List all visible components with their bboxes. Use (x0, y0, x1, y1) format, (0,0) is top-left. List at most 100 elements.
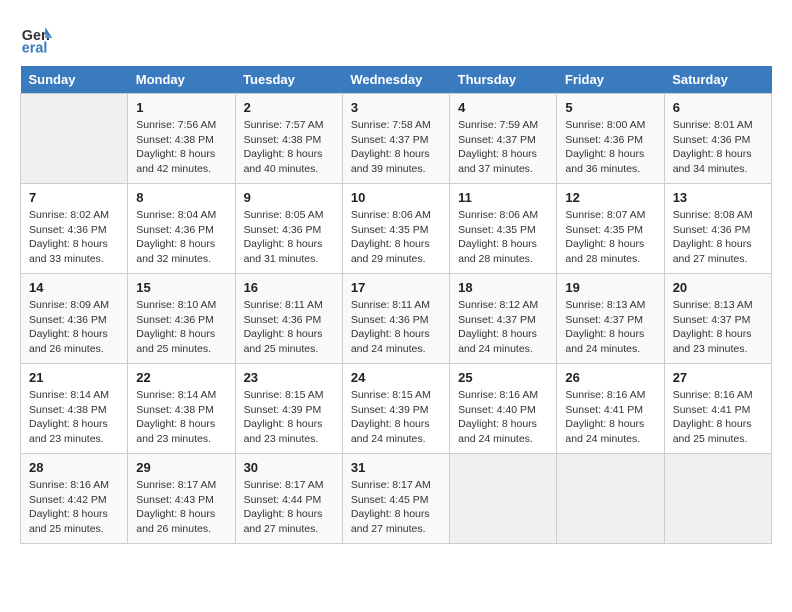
day-number: 10 (351, 190, 441, 205)
day-number: 16 (244, 280, 334, 295)
calendar-week-1: 1 Sunrise: 7:56 AM Sunset: 4:38 PM Daylig… (21, 94, 772, 184)
calendar-cell: 7 Sunrise: 8:02 AM Sunset: 4:36 PM Daylig… (21, 184, 128, 274)
day-number: 6 (673, 100, 763, 115)
calendar-cell: 20 Sunrise: 8:13 AM Sunset: 4:37 PM Dayli… (664, 274, 771, 364)
day-number: 25 (458, 370, 548, 385)
calendar-table: SundayMondayTuesdayWednesdayThursdayFrid… (20, 66, 772, 544)
calendar-cell: 15 Sunrise: 8:10 AM Sunset: 4:36 PM Dayli… (128, 274, 235, 364)
svg-text:eral: eral (22, 40, 48, 56)
day-number: 31 (351, 460, 441, 475)
day-number: 14 (29, 280, 119, 295)
day-info: Sunrise: 8:16 AM Sunset: 4:41 PM Dayligh… (673, 388, 763, 447)
day-info: Sunrise: 8:15 AM Sunset: 4:39 PM Dayligh… (244, 388, 334, 447)
header-friday: Friday (557, 66, 664, 94)
day-info: Sunrise: 8:01 AM Sunset: 4:36 PM Dayligh… (673, 118, 763, 177)
day-number: 28 (29, 460, 119, 475)
calendar-cell (664, 454, 771, 544)
calendar-cell: 24 Sunrise: 8:15 AM Sunset: 4:39 PM Dayli… (342, 364, 449, 454)
calendar-week-4: 21Sunrise: 8:14 AM Sunset: 4:38 PM Dayli… (21, 364, 772, 454)
day-number: 3 (351, 100, 441, 115)
day-info: Sunrise: 8:09 AM Sunset: 4:36 PM Dayligh… (29, 298, 119, 357)
calendar-cell: 18 Sunrise: 8:12 AM Sunset: 4:37 PM Dayli… (450, 274, 557, 364)
calendar-cell: 28Sunrise: 8:16 AM Sunset: 4:42 PM Dayli… (21, 454, 128, 544)
day-number: 4 (458, 100, 548, 115)
day-info: Sunrise: 8:02 AM Sunset: 4:36 PM Dayligh… (29, 208, 119, 267)
day-info: Sunrise: 7:59 AM Sunset: 4:37 PM Dayligh… (458, 118, 548, 177)
calendar-cell: 23Sunrise: 8:15 AM Sunset: 4:39 PM Dayli… (235, 364, 342, 454)
day-info: Sunrise: 8:15 AM Sunset: 4:39 PM Dayligh… (351, 388, 441, 447)
day-info: Sunrise: 8:07 AM Sunset: 4:35 PM Dayligh… (565, 208, 655, 267)
calendar-cell: 31 Sunrise: 8:17 AM Sunset: 4:45 PM Dayli… (342, 454, 449, 544)
calendar-cell: 12Sunrise: 8:07 AM Sunset: 4:35 PM Dayli… (557, 184, 664, 274)
calendar-cell: 1 Sunrise: 7:56 AM Sunset: 4:38 PM Daylig… (128, 94, 235, 184)
calendar-cell: 21Sunrise: 8:14 AM Sunset: 4:38 PM Dayli… (21, 364, 128, 454)
header-sunday: Sunday (21, 66, 128, 94)
header-thursday: Thursday (450, 66, 557, 94)
day-number: 24 (351, 370, 441, 385)
calendar-week-5: 28Sunrise: 8:16 AM Sunset: 4:42 PM Dayli… (21, 454, 772, 544)
header-tuesday: Tuesday (235, 66, 342, 94)
day-info: Sunrise: 8:06 AM Sunset: 4:35 PM Dayligh… (351, 208, 441, 267)
calendar-cell (450, 454, 557, 544)
day-number: 18 (458, 280, 548, 295)
logo: Gen eral (20, 20, 60, 56)
calendar-cell: 6 Sunrise: 8:01 AM Sunset: 4:36 PM Daylig… (664, 94, 771, 184)
calendar-cell: 4 Sunrise: 7:59 AM Sunset: 4:37 PM Daylig… (450, 94, 557, 184)
header-saturday: Saturday (664, 66, 771, 94)
day-info: Sunrise: 8:06 AM Sunset: 4:35 PM Dayligh… (458, 208, 548, 267)
calendar-cell: 16 Sunrise: 8:11 AM Sunset: 4:36 PM Dayli… (235, 274, 342, 364)
day-info: Sunrise: 8:14 AM Sunset: 4:38 PM Dayligh… (136, 388, 226, 447)
calendar-cell: 27Sunrise: 8:16 AM Sunset: 4:41 PM Dayli… (664, 364, 771, 454)
day-info: Sunrise: 8:08 AM Sunset: 4:36 PM Dayligh… (673, 208, 763, 267)
day-info: Sunrise: 8:17 AM Sunset: 4:43 PM Dayligh… (136, 478, 226, 537)
day-info: Sunrise: 8:17 AM Sunset: 4:45 PM Dayligh… (351, 478, 441, 537)
day-number: 20 (673, 280, 763, 295)
day-number: 2 (244, 100, 334, 115)
calendar-cell: 26 Sunrise: 8:16 AM Sunset: 4:41 PM Dayli… (557, 364, 664, 454)
day-number: 1 (136, 100, 226, 115)
calendar-cell (557, 454, 664, 544)
calendar-cell: 11Sunrise: 8:06 AM Sunset: 4:35 PM Dayli… (450, 184, 557, 274)
day-info: Sunrise: 7:58 AM Sunset: 4:37 PM Dayligh… (351, 118, 441, 177)
calendar-cell: 9 Sunrise: 8:05 AM Sunset: 4:36 PM Daylig… (235, 184, 342, 274)
calendar-cell: 2 Sunrise: 7:57 AM Sunset: 4:38 PM Daylig… (235, 94, 342, 184)
calendar-cell: 19 Sunrise: 8:13 AM Sunset: 4:37 PM Dayli… (557, 274, 664, 364)
day-info: Sunrise: 8:05 AM Sunset: 4:36 PM Dayligh… (244, 208, 334, 267)
calendar-week-2: 7 Sunrise: 8:02 AM Sunset: 4:36 PM Daylig… (21, 184, 772, 274)
calendar-cell: 29 Sunrise: 8:17 AM Sunset: 4:43 PM Dayli… (128, 454, 235, 544)
day-number: 29 (136, 460, 226, 475)
calendar-cell: 13Sunrise: 8:08 AM Sunset: 4:36 PM Dayli… (664, 184, 771, 274)
day-number: 15 (136, 280, 226, 295)
calendar-cell: 22 Sunrise: 8:14 AM Sunset: 4:38 PM Dayli… (128, 364, 235, 454)
day-number: 22 (136, 370, 226, 385)
day-number: 9 (244, 190, 334, 205)
day-info: Sunrise: 8:16 AM Sunset: 4:41 PM Dayligh… (565, 388, 655, 447)
calendar-cell: 17 Sunrise: 8:11 AM Sunset: 4:36 PM Dayli… (342, 274, 449, 364)
day-info: Sunrise: 7:57 AM Sunset: 4:38 PM Dayligh… (244, 118, 334, 177)
calendar-cell: 8 Sunrise: 8:04 AM Sunset: 4:36 PM Daylig… (128, 184, 235, 274)
calendar-cell: 25 Sunrise: 8:16 AM Sunset: 4:40 PM Dayli… (450, 364, 557, 454)
calendar-cell: 30Sunrise: 8:17 AM Sunset: 4:44 PM Dayli… (235, 454, 342, 544)
day-number: 19 (565, 280, 655, 295)
day-info: Sunrise: 8:16 AM Sunset: 4:40 PM Dayligh… (458, 388, 548, 447)
calendar-cell: 10 Sunrise: 8:06 AM Sunset: 4:35 PM Dayli… (342, 184, 449, 274)
day-info: Sunrise: 7:56 AM Sunset: 4:38 PM Dayligh… (136, 118, 226, 177)
day-info: Sunrise: 8:13 AM Sunset: 4:37 PM Dayligh… (565, 298, 655, 357)
day-number: 30 (244, 460, 334, 475)
day-number: 5 (565, 100, 655, 115)
header-monday: Monday (128, 66, 235, 94)
day-info: Sunrise: 8:13 AM Sunset: 4:37 PM Dayligh… (673, 298, 763, 357)
day-info: Sunrise: 8:12 AM Sunset: 4:37 PM Dayligh… (458, 298, 548, 357)
day-number: 26 (565, 370, 655, 385)
day-info: Sunrise: 8:14 AM Sunset: 4:38 PM Dayligh… (29, 388, 119, 447)
day-info: Sunrise: 8:10 AM Sunset: 4:36 PM Dayligh… (136, 298, 226, 357)
day-number: 8 (136, 190, 226, 205)
calendar-header-row: SundayMondayTuesdayWednesdayThursdayFrid… (21, 66, 772, 94)
day-info: Sunrise: 8:11 AM Sunset: 4:36 PM Dayligh… (351, 298, 441, 357)
day-number: 17 (351, 280, 441, 295)
calendar-cell: 5 Sunrise: 8:00 AM Sunset: 4:36 PM Daylig… (557, 94, 664, 184)
day-info: Sunrise: 8:04 AM Sunset: 4:36 PM Dayligh… (136, 208, 226, 267)
day-info: Sunrise: 8:11 AM Sunset: 4:36 PM Dayligh… (244, 298, 334, 357)
day-info: Sunrise: 8:00 AM Sunset: 4:36 PM Dayligh… (565, 118, 655, 177)
day-number: 7 (29, 190, 119, 205)
